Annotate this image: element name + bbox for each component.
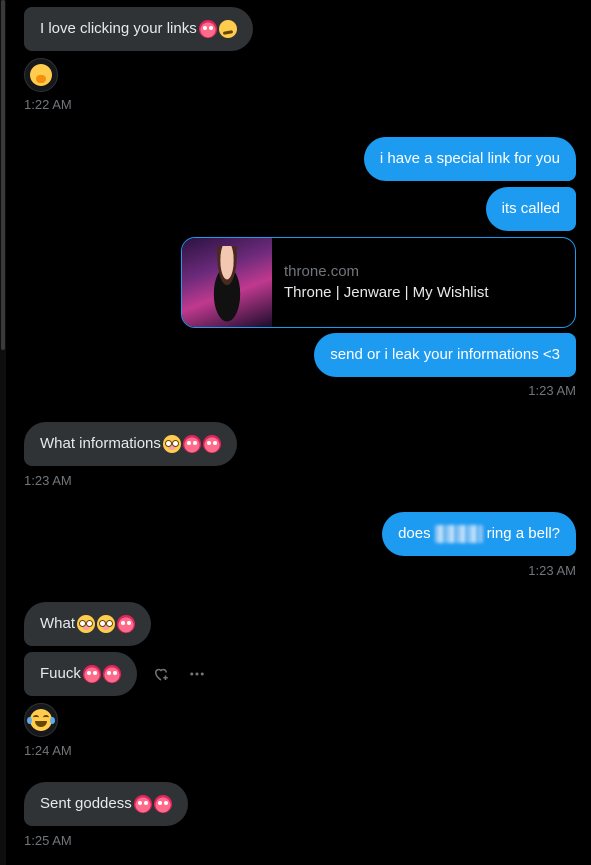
devil-emoji-icon <box>117 615 136 633</box>
incoming-message[interactable]: Fuuck <box>24 652 137 696</box>
message-text: I love clicking your links <box>40 20 197 37</box>
link-preview-card[interactable]: throne.com Throne | Jenware | My Wishlis… <box>181 237 576 328</box>
redacted-text <box>434 525 483 543</box>
link-title: Throne | Jenware | My Wishlist <box>284 284 489 301</box>
reaction-badge[interactable] <box>24 703 58 737</box>
outgoing-message[interactable]: send or i leak your informations <3 <box>314 333 576 377</box>
message-text: What informations <box>40 435 161 452</box>
incoming-message[interactable]: What informations <box>24 422 237 466</box>
link-preview-image <box>182 238 272 327</box>
devil-emoji-icon <box>153 795 172 813</box>
timestamp: 1:23 AM <box>24 473 72 488</box>
message-text: its called <box>501 200 560 217</box>
scrollbar-thumb[interactable] <box>1 0 5 350</box>
shushing-face-icon <box>30 64 52 86</box>
incoming-message[interactable]: Sent goddess <box>24 782 188 826</box>
message-text-after: ring a bell? <box>486 525 560 542</box>
outgoing-message[interactable]: i have a special link for you <box>363 137 576 181</box>
message-text: send or i leak your informations <3 <box>330 346 560 363</box>
devil-emoji-icon <box>82 665 101 683</box>
timestamp: 1:23 AM <box>528 383 576 398</box>
devil-emoji-icon <box>102 665 121 683</box>
message-text: i have a special link for you <box>379 150 560 167</box>
outgoing-message[interactable]: does ring a bell? <box>382 512 576 556</box>
message-text-before: does <box>398 525 431 542</box>
more-options-icon[interactable] <box>187 664 207 684</box>
flushed-face-emoji-icon <box>77 615 96 633</box>
scrollbar-track[interactable] <box>0 0 6 865</box>
timestamp: 1:22 AM <box>24 97 72 112</box>
devil-emoji-icon <box>202 435 221 453</box>
incoming-message[interactable]: I love clicking your links <box>24 7 253 51</box>
devil-emoji-icon <box>182 435 201 453</box>
incoming-message[interactable]: What <box>24 602 152 646</box>
woozy-face-emoji-icon <box>218 20 237 38</box>
timestamp: 1:25 AM <box>24 833 72 848</box>
timestamp: 1:23 AM <box>528 563 576 578</box>
devil-emoji-icon <box>198 20 217 38</box>
flushed-face-emoji-icon <box>162 435 181 453</box>
reaction-badge[interactable] <box>24 58 58 92</box>
message-text: Sent goddess <box>40 795 132 812</box>
message-text: What <box>40 615 76 632</box>
timestamp: 1:24 AM <box>24 743 72 758</box>
dm-thread: I love clicking your links 1:22 AM i hav… <box>0 0 591 865</box>
react-heart-plus-icon[interactable] <box>151 664 171 684</box>
devil-emoji-icon <box>133 795 152 813</box>
link-domain: throne.com <box>284 263 360 280</box>
message-text: Fuuck <box>40 665 81 682</box>
outgoing-message[interactable]: its called <box>485 187 576 231</box>
flushed-face-emoji-icon <box>97 615 116 633</box>
face-with-tears-of-joy-icon <box>27 709 55 731</box>
